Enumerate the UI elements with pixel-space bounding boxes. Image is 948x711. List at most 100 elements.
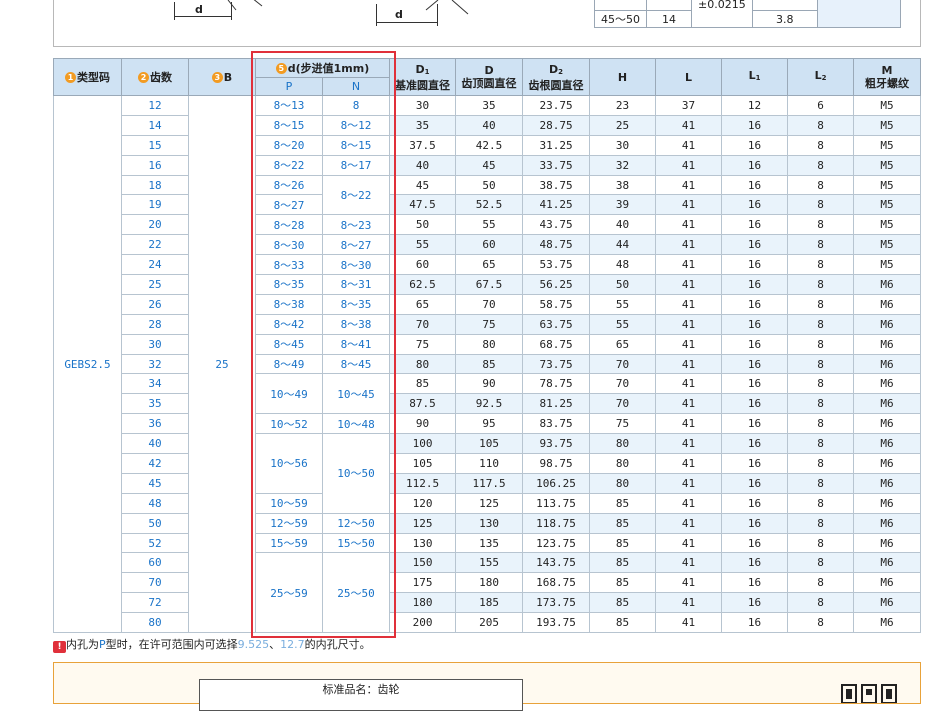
cell-d2: 23.75 [522, 95, 591, 116]
cell-d1: 80 [389, 353, 457, 375]
header-bore-d: 5 d(步进值1mm) [254, 58, 391, 78]
cell-l2: 8 [787, 274, 855, 295]
top-drawing-panel: d d ±0.0215 45～50 14 3.8 [53, 0, 921, 47]
cell-l: 41 [655, 353, 723, 375]
bore-p-cell: 8～22 [255, 154, 323, 176]
cell-d1: 130 [389, 532, 457, 554]
cell-l1: 16 [721, 492, 789, 514]
cell-l: 41 [655, 333, 723, 355]
cell-l1: 16 [721, 512, 789, 534]
bore-p-cell: 8～13 [255, 95, 323, 116]
header-p: P [255, 77, 323, 96]
cell-m: M6 [853, 373, 922, 395]
bore-n-cell: 8～23 [321, 214, 391, 236]
qr-code-icon[interactable] [840, 681, 900, 703]
cell-h: 80 [589, 472, 657, 494]
cell-d2: 93.75 [522, 433, 591, 455]
bore-n-cell: 10～45 [321, 373, 391, 415]
cell-l1: 16 [721, 373, 789, 395]
cell-l: 41 [655, 592, 723, 614]
cell-d1: 105 [389, 453, 457, 474]
table-row: 50 12～59 12～50 125 130 118.75 85 41 16 8 M6 [54, 512, 922, 534]
bore-n-cell: 8～35 [321, 293, 391, 315]
cell-l2: 8 [787, 174, 855, 196]
bore-n-cell: 8～38 [321, 313, 391, 335]
cell-l2: 8 [787, 433, 855, 455]
cell-d1: 37.5 [389, 134, 457, 156]
teeth-cell: 72 [121, 592, 189, 614]
bore-p-cell: 10～59 [255, 492, 323, 514]
bore-p-cell: 8～33 [255, 254, 323, 276]
cell-l: 41 [655, 134, 723, 156]
table-row: 24 8～33 8～30 60 65 53.75 48 41 16 8 M5 [54, 254, 922, 276]
cell-h: 80 [589, 453, 657, 474]
header-h: H [589, 58, 657, 96]
bore-p-cell: 8～26 [255, 174, 323, 196]
cell-d1: 55 [389, 234, 457, 256]
table-row: 34 10～49 10～45 85 90 78.75 70 41 16 8 M6 [54, 373, 922, 415]
cell-d: 180 [455, 572, 524, 594]
mini-table-row: ±0.0215 [594, 0, 901, 28]
cell-d2: 83.75 [522, 413, 591, 435]
mini-spec-table: ±0.0215 45～50 14 3.8 [594, 0, 901, 28]
cell-l2: 8 [787, 532, 855, 554]
cell-l: 41 [655, 552, 723, 574]
cell-l2: 8 [787, 254, 855, 276]
bottom-info-panel: 标准品名：齿轮 [53, 662, 921, 711]
cell-d2: 78.75 [522, 373, 591, 395]
cell-l: 41 [655, 393, 723, 415]
cell-d2: 118.75 [522, 512, 591, 534]
table-row: 35 87.5 92.5 81.25 70 41 16 8 M6 [54, 393, 922, 415]
teeth-cell: 18 [121, 174, 189, 196]
table-row: 26 8～38 8～35 65 70 58.75 55 41 16 8 M6 [54, 293, 922, 315]
cell-h: 85 [589, 592, 657, 614]
cell-l: 41 [655, 472, 723, 494]
cell-l2: 8 [787, 552, 855, 574]
table-row: 72 180 185 173.75 85 41 16 8 M6 [54, 592, 922, 614]
cell-d2: 173.75 [522, 592, 591, 614]
teeth-cell: 19 [121, 194, 189, 216]
cell-d2: 113.75 [522, 492, 591, 514]
cell-h: 85 [589, 572, 657, 594]
cell-m: M6 [853, 413, 922, 435]
cell-l1: 16 [721, 612, 789, 634]
cell-h: 85 [589, 532, 657, 554]
spec-table-body: GEBS2.5 12 25 8～13 8 30 35 23.75 23 37 12 6 M5 14 8～15… [53, 94, 922, 634]
cell-m: M6 [853, 532, 922, 554]
cell-h: 38 [589, 174, 657, 196]
teeth-cell: 12 [121, 95, 189, 116]
cell-l1: 16 [721, 194, 789, 216]
teeth-cell: 45 [121, 472, 189, 494]
teeth-cell: 52 [121, 532, 189, 554]
drawing-lines-2 [425, 0, 469, 15]
cell-d2: 68.75 [522, 333, 591, 355]
header-l2: L2 [787, 58, 855, 96]
bore-n-cell: 8～31 [321, 274, 391, 295]
cell-l: 41 [655, 274, 723, 295]
cell-d1: 100 [389, 433, 457, 455]
cell-l1: 16 [721, 134, 789, 156]
header-d2: D2 齿根圆直径 [522, 58, 591, 96]
cell-l: 41 [655, 254, 723, 276]
bore-p-cell: 8～49 [255, 353, 323, 375]
bore-n-cell: 8～45 [321, 353, 391, 375]
table-row: GEBS2.5 12 25 8～13 8 30 35 23.75 23 37 12 6 M5 [53, 94, 922, 634]
cell-d2: 168.75 [522, 572, 591, 594]
table-row: 80 200 205 193.75 85 41 16 8 M6 [54, 612, 922, 634]
teeth-cell: 28 [121, 313, 189, 335]
cell-d: 60 [455, 234, 524, 256]
cell-d2: 31.25 [522, 134, 591, 156]
cell-d1: 45 [389, 174, 457, 196]
cell-m: M6 [853, 612, 922, 634]
cell-d1: 70 [389, 313, 457, 335]
cell-l: 41 [655, 194, 723, 216]
cell-l2: 8 [787, 472, 855, 494]
drawing-lines [227, 0, 263, 11]
cell-m: M5 [853, 214, 922, 236]
teeth-cell: 50 [121, 512, 189, 534]
cell-l2: 8 [787, 353, 855, 375]
cell-l2: 8 [787, 313, 855, 335]
table-row: 36 10～52 10～48 90 95 83.75 75 41 16 8 M6 [54, 413, 922, 435]
teeth-cell: 36 [121, 413, 189, 435]
cell-d: 90 [455, 373, 524, 395]
